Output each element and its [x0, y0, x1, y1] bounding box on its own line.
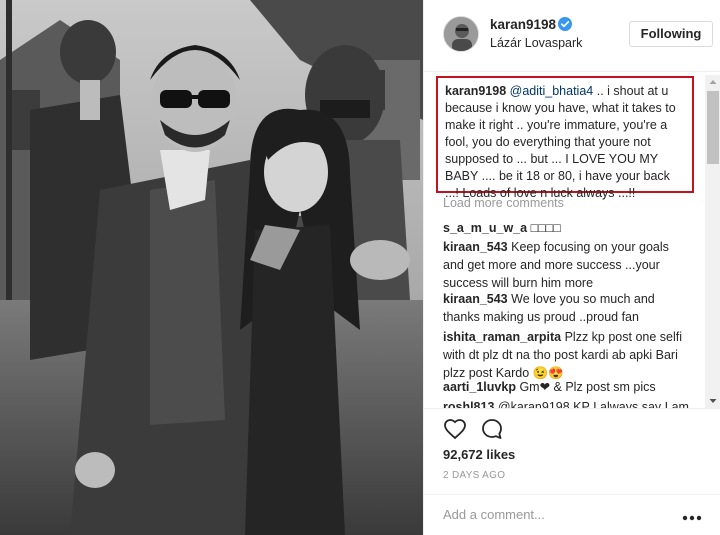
comment-item: s_a_m_u_w_a □□□□ [443, 219, 693, 237]
post-username[interactable]: karan9198 [490, 17, 556, 32]
following-button[interactable]: Following [629, 21, 713, 47]
heart-outline-icon[interactable] [443, 417, 467, 441]
post-timestamp[interactable]: 2 DAYS AGO [443, 470, 505, 481]
comment-item: roshl813 @karan9198 KP I always say I am [443, 400, 689, 408]
post-actions: 92,672 likes 2 DAYS AGO [424, 408, 720, 494]
comment-username[interactable]: aarti_1luvkp [443, 380, 516, 394]
post-header: karan9198 Lázár Lovaspark Following [424, 0, 720, 72]
more-options-icon[interactable] [682, 509, 702, 521]
comment-item: ishita_raman_arpita Plzz kp post one sel… [443, 328, 693, 382]
post-details-panel: karan9198 Lázár Lovaspark Following kara… [423, 0, 720, 535]
scroll-down-arrow-icon[interactable] [705, 394, 720, 408]
comment-username[interactable]: s_a_m_u_w_a [443, 221, 527, 235]
load-more-comments-button[interactable]: Load more comments [443, 196, 564, 210]
post-photo[interactable] [0, 0, 423, 535]
scroll-up-arrow-icon[interactable] [705, 75, 720, 89]
comment-item: kiraan_543 We love you so much and thank… [443, 290, 693, 326]
verified-badge-icon [558, 17, 572, 31]
comment-text: @karan9198 KP I always say I am [497, 400, 689, 408]
comment-username[interactable]: ishita_raman_arpita [443, 330, 561, 344]
speech-bubble-icon[interactable] [480, 417, 504, 441]
likes-count[interactable]: 92,672 likes [443, 447, 515, 462]
comment-item: kiraan_543 Keep focusing on your goals a… [443, 238, 693, 292]
caption-mention[interactable]: @aditi_bhatia4 [510, 84, 594, 98]
comment-username[interactable]: kiraan_543 [443, 240, 508, 254]
comment-item: aarti_1luvkp Gm❤ & Plz post sm pics [443, 378, 693, 396]
avatar[interactable] [443, 16, 479, 52]
comment-text: □□□□ [530, 221, 561, 235]
add-comment-bar [424, 494, 720, 535]
comments-scrollbar[interactable] [705, 75, 720, 408]
comment-username[interactable]: roshl813 [443, 400, 494, 408]
comment-text: Gm❤ & Plz post sm pics [519, 380, 656, 394]
caption-text: .. i shout at u because i know you have,… [445, 84, 676, 200]
comments-list: karan9198 @aditi_bhatia4 .. i shout at u… [424, 72, 720, 408]
scrollbar-thumb[interactable] [707, 91, 719, 164]
post-photo-image [0, 0, 423, 535]
post-location[interactable]: Lázár Lovaspark [490, 36, 582, 50]
caption-highlight: karan9198 @aditi_bhatia4 .. i shout at u… [436, 76, 694, 200]
caption-username[interactable]: karan9198 [445, 84, 506, 98]
add-comment-input[interactable] [443, 504, 683, 524]
comment-username[interactable]: kiraan_543 [443, 292, 508, 306]
